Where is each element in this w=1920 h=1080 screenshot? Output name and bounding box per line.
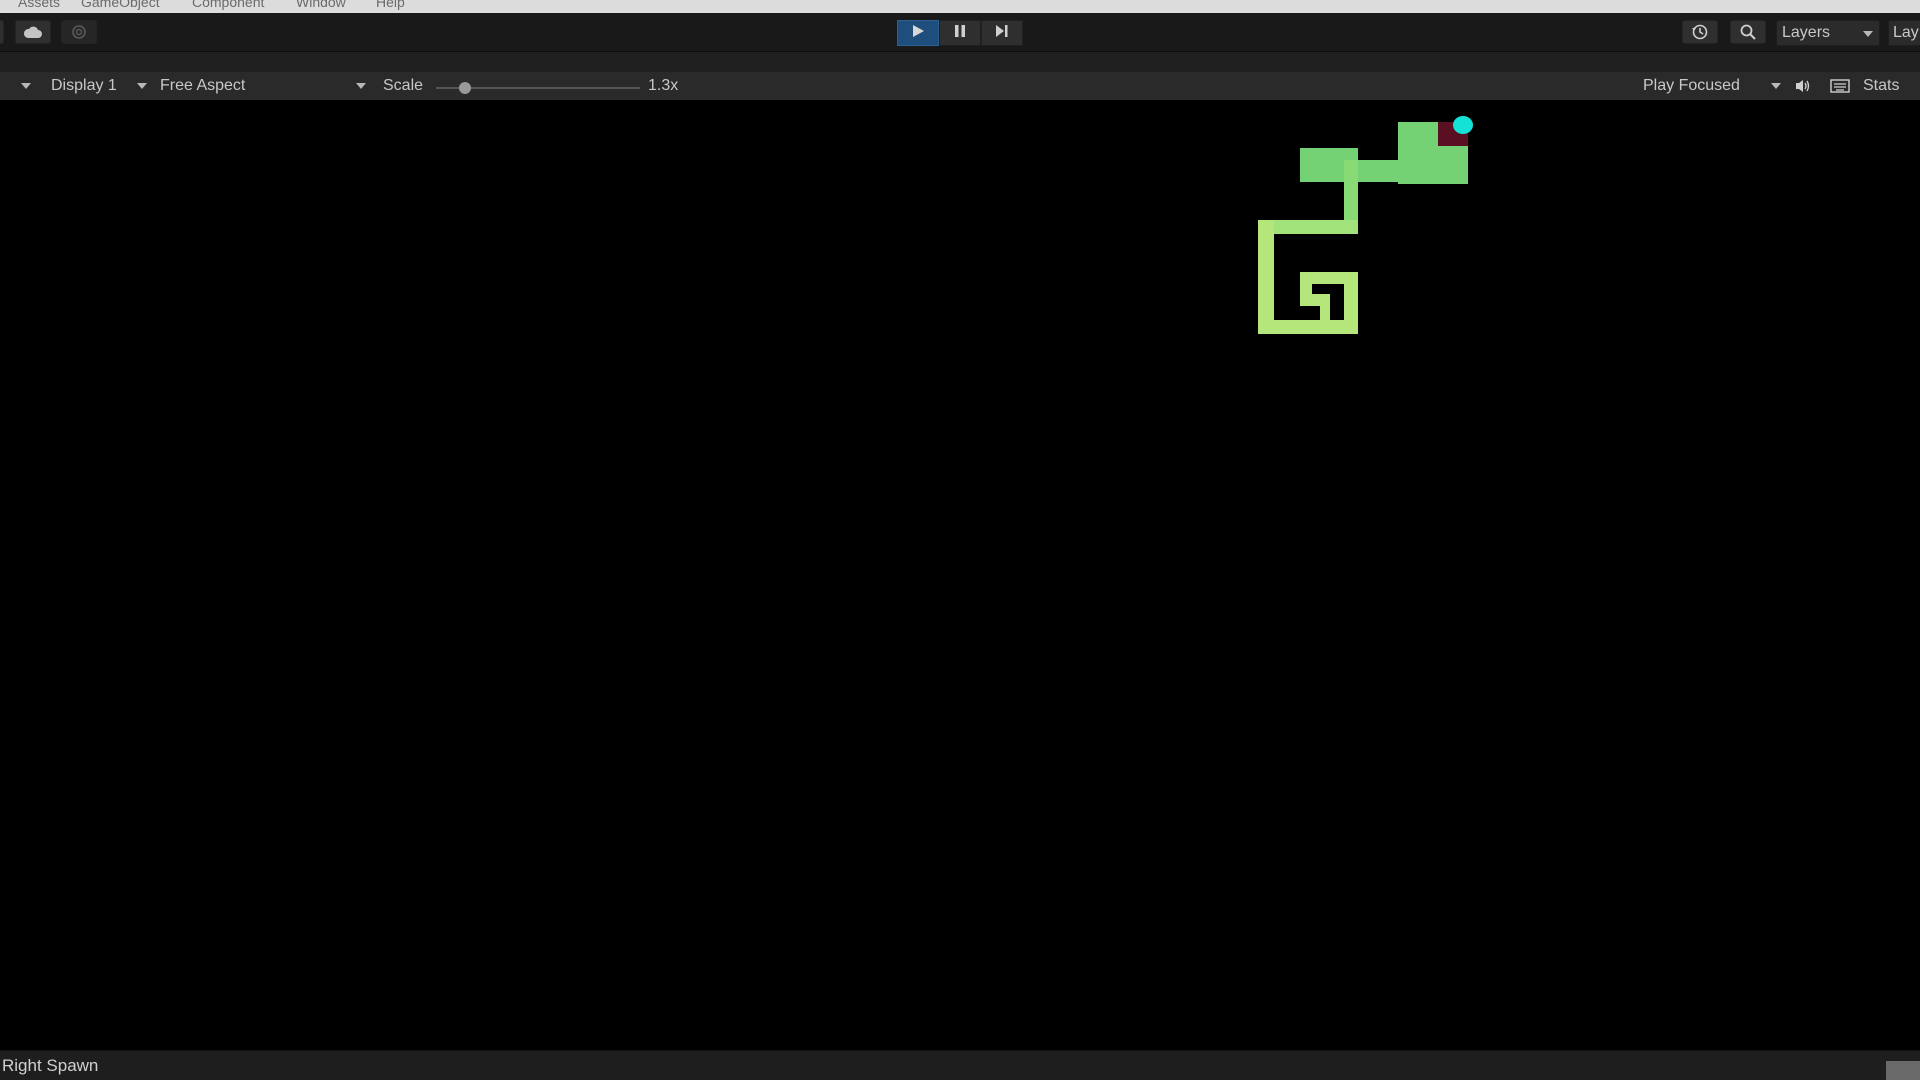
floor-tile: [1258, 320, 1358, 334]
toolbar-edge-button[interactable]: [0, 20, 4, 44]
floor-tile: [1320, 294, 1330, 320]
scale-value: 1.3x: [648, 77, 679, 94]
player-sprite: [1453, 116, 1473, 134]
playmode-controls: [897, 20, 1023, 46]
layout-dropdown[interactable]: Lay: [1888, 20, 1920, 46]
step-icon: [995, 24, 1009, 43]
aspect-chevron-down-icon: [356, 83, 366, 89]
layers-dropdown[interactable]: Layers: [1776, 20, 1880, 46]
chevron-down-icon: [1863, 31, 1873, 37]
play-button[interactable]: [897, 20, 939, 46]
play-mode-chevron-down-icon: [1771, 83, 1781, 89]
unity-editor-window: Assets GameObject Component Window Help: [0, 0, 1920, 1080]
layout-label: Lay: [1893, 24, 1919, 41]
main-toolbar: Layers Lay: [0, 13, 1920, 52]
status-message: Right Spawn: [2, 1056, 99, 1075]
status-bar: Right Spawn: [0, 1050, 1920, 1080]
pause-button[interactable]: [939, 20, 981, 46]
layers-label: Layers: [1782, 24, 1831, 41]
display-chevron-down-icon: [137, 83, 147, 89]
scale-label: Scale: [383, 77, 424, 94]
tab-strip: [0, 52, 1920, 72]
floor-tile: [1300, 148, 1312, 178]
pause-icon: [954, 24, 966, 43]
menu-assets[interactable]: Assets: [18, 0, 60, 10]
speaker-icon[interactable]: [1794, 78, 1812, 99]
menu-window[interactable]: Window: [296, 0, 346, 10]
status-corner-icon: [1886, 1061, 1920, 1080]
menu-help[interactable]: Help: [376, 0, 405, 10]
stats-button[interactable]: Stats: [1863, 77, 1899, 95]
keyboard-icon[interactable]: [1830, 79, 1850, 98]
history-icon: [1691, 23, 1709, 41]
cloud-button[interactable]: [15, 20, 51, 44]
menu-bar: Assets GameObject Component Window Help: [0, 0, 1920, 13]
scale-slider-thumb[interactable]: [459, 82, 471, 94]
display-dropdown[interactable]: Display 1: [51, 77, 117, 95]
menu-gameobject[interactable]: GameObject: [81, 0, 160, 10]
collab-button[interactable]: [61, 20, 97, 44]
view-chevron-down-icon[interactable]: [21, 83, 31, 89]
history-button[interactable]: [1682, 20, 1718, 44]
play-icon: [911, 24, 925, 43]
game-view-toolbar: Display 1 Free Aspect Scale 1.3x Play Fo…: [0, 72, 1920, 101]
search-icon: [1739, 23, 1757, 41]
game-view[interactable]: [0, 100, 1920, 1050]
aspect-dropdown[interactable]: Free Aspect: [160, 77, 245, 95]
play-focused-dropdown[interactable]: Play Focused: [1643, 77, 1740, 95]
search-button[interactable]: [1730, 20, 1766, 44]
cloud-icon: [23, 25, 43, 39]
floor-tile: [1258, 220, 1274, 334]
collab-icon: [71, 24, 87, 40]
menu-component[interactable]: Component: [192, 0, 264, 10]
floor-tile: [1300, 160, 1468, 182]
step-button[interactable]: [981, 20, 1023, 46]
